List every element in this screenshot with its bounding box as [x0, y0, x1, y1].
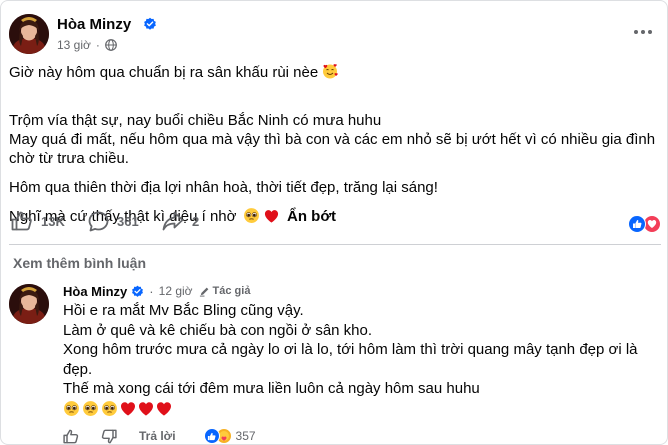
post-action-bar: 13K 361 2 — [11, 211, 661, 239]
share-button[interactable]: 2 — [162, 211, 199, 231]
author-avatar[interactable] — [9, 14, 49, 54]
reaction-summary[interactable] — [628, 215, 661, 233]
pleading-face-icon — [64, 401, 79, 416]
post-paragraph: Giờ này hôm qua chuẩn bị ra sân khấu rùi… — [9, 63, 657, 82]
comment-text: Hồi e ra mắt Mv Bắc Bling cũng vậy. Làm … — [63, 301, 643, 419]
more-horizontal-icon — [634, 30, 652, 34]
comment-reaction-count: 357 — [235, 429, 256, 443]
feed-post: Hòa Minzy 13 giờ · Giờ này hôm qua chuẩn — [0, 0, 668, 445]
comment-like-button[interactable] — [63, 429, 79, 444]
commenter-name[interactable]: Hòa Minzy — [63, 284, 127, 299]
author-badge-label: Tác giả — [212, 285, 251, 297]
comment-header: Hòa Minzy · 12 giờ Tác giả — [63, 282, 250, 300]
red-heart-icon — [139, 401, 153, 415]
thumbs-down-icon — [101, 429, 117, 443]
red-heart-icon — [157, 401, 171, 415]
author-badge: Tác giả — [199, 285, 251, 297]
section-divider — [9, 244, 661, 245]
comment-line: Thế mà xong cái tới đêm mưa liền luôn cả… — [63, 380, 480, 397]
like-reaction-icon — [203, 428, 220, 444]
comment-action-bar: Trả lời 357 — [63, 426, 256, 445]
view-more-comments-link[interactable]: Xem thêm bình luận — [13, 255, 146, 271]
post-header: Hòa Minzy 13 giờ · — [9, 14, 661, 56]
comment-button[interactable]: 361 — [88, 211, 139, 232]
post-paragraph: Trộm vía thật sự, nay buổi chiều Bắc Nin… — [9, 92, 657, 168]
post-paragraph: Hôm qua thiên thời địa lợi nhân hoà, thờ… — [9, 178, 657, 197]
comment-dislike-button[interactable] — [101, 429, 117, 444]
comment-count: 361 — [117, 214, 139, 229]
meta-separator: · — [95, 38, 100, 52]
comment-line: Hồi e ra mắt Mv Bắc Bling cũng vậy. — [63, 302, 304, 319]
share-count: 2 — [192, 213, 200, 229]
like-count: 13K — [41, 213, 65, 229]
smiling-face-with-hearts-icon — [323, 64, 339, 79]
commenter-avatar[interactable] — [9, 284, 49, 324]
verified-badge-icon — [144, 17, 156, 30]
thumbs-up-icon — [63, 429, 79, 443]
comment-reply-button[interactable]: Trả lời — [139, 429, 176, 443]
paragraph-text: Trộm vía thật sự, nay buổi chiều Bắc Nin… — [9, 112, 656, 167]
post-time[interactable]: 13 giờ — [57, 38, 91, 52]
pen-icon — [199, 287, 208, 297]
verified-badge-icon — [132, 285, 144, 297]
paragraph-text: Giờ này hôm qua chuẩn bị ra sân khấu rùi… — [9, 64, 319, 81]
red-heart-icon — [121, 401, 135, 415]
like-button[interactable]: 13K — [11, 211, 65, 231]
author-name[interactable]: Hòa Minzy — [57, 16, 131, 33]
comment-reaction-summary[interactable]: 357 — [203, 428, 256, 444]
comment-emoji-row — [63, 399, 643, 419]
pleading-face-icon — [102, 401, 117, 416]
pleading-face-icon — [83, 401, 98, 416]
comment-time[interactable]: 12 giờ — [159, 284, 193, 298]
globe-icon[interactable] — [104, 39, 117, 51]
thumbs-up-icon — [11, 211, 32, 231]
post-meta: 13 giờ · — [57, 38, 117, 52]
meta-separator: · — [149, 283, 154, 299]
more-options-button[interactable] — [631, 22, 655, 42]
share-arrow-icon — [162, 211, 184, 231]
like-reaction-icon — [628, 215, 646, 233]
comment-line: Làm ở quê và kê chiếu bà con ngồi ở sân … — [63, 321, 373, 339]
comment-bubble-icon — [88, 211, 109, 232]
paragraph-text: Hôm qua thiên thời địa lợi nhân hoà, thờ… — [9, 179, 438, 196]
comment-line: Xong hôm trước mưa cả ngày lo ơi là lo, … — [63, 341, 638, 378]
